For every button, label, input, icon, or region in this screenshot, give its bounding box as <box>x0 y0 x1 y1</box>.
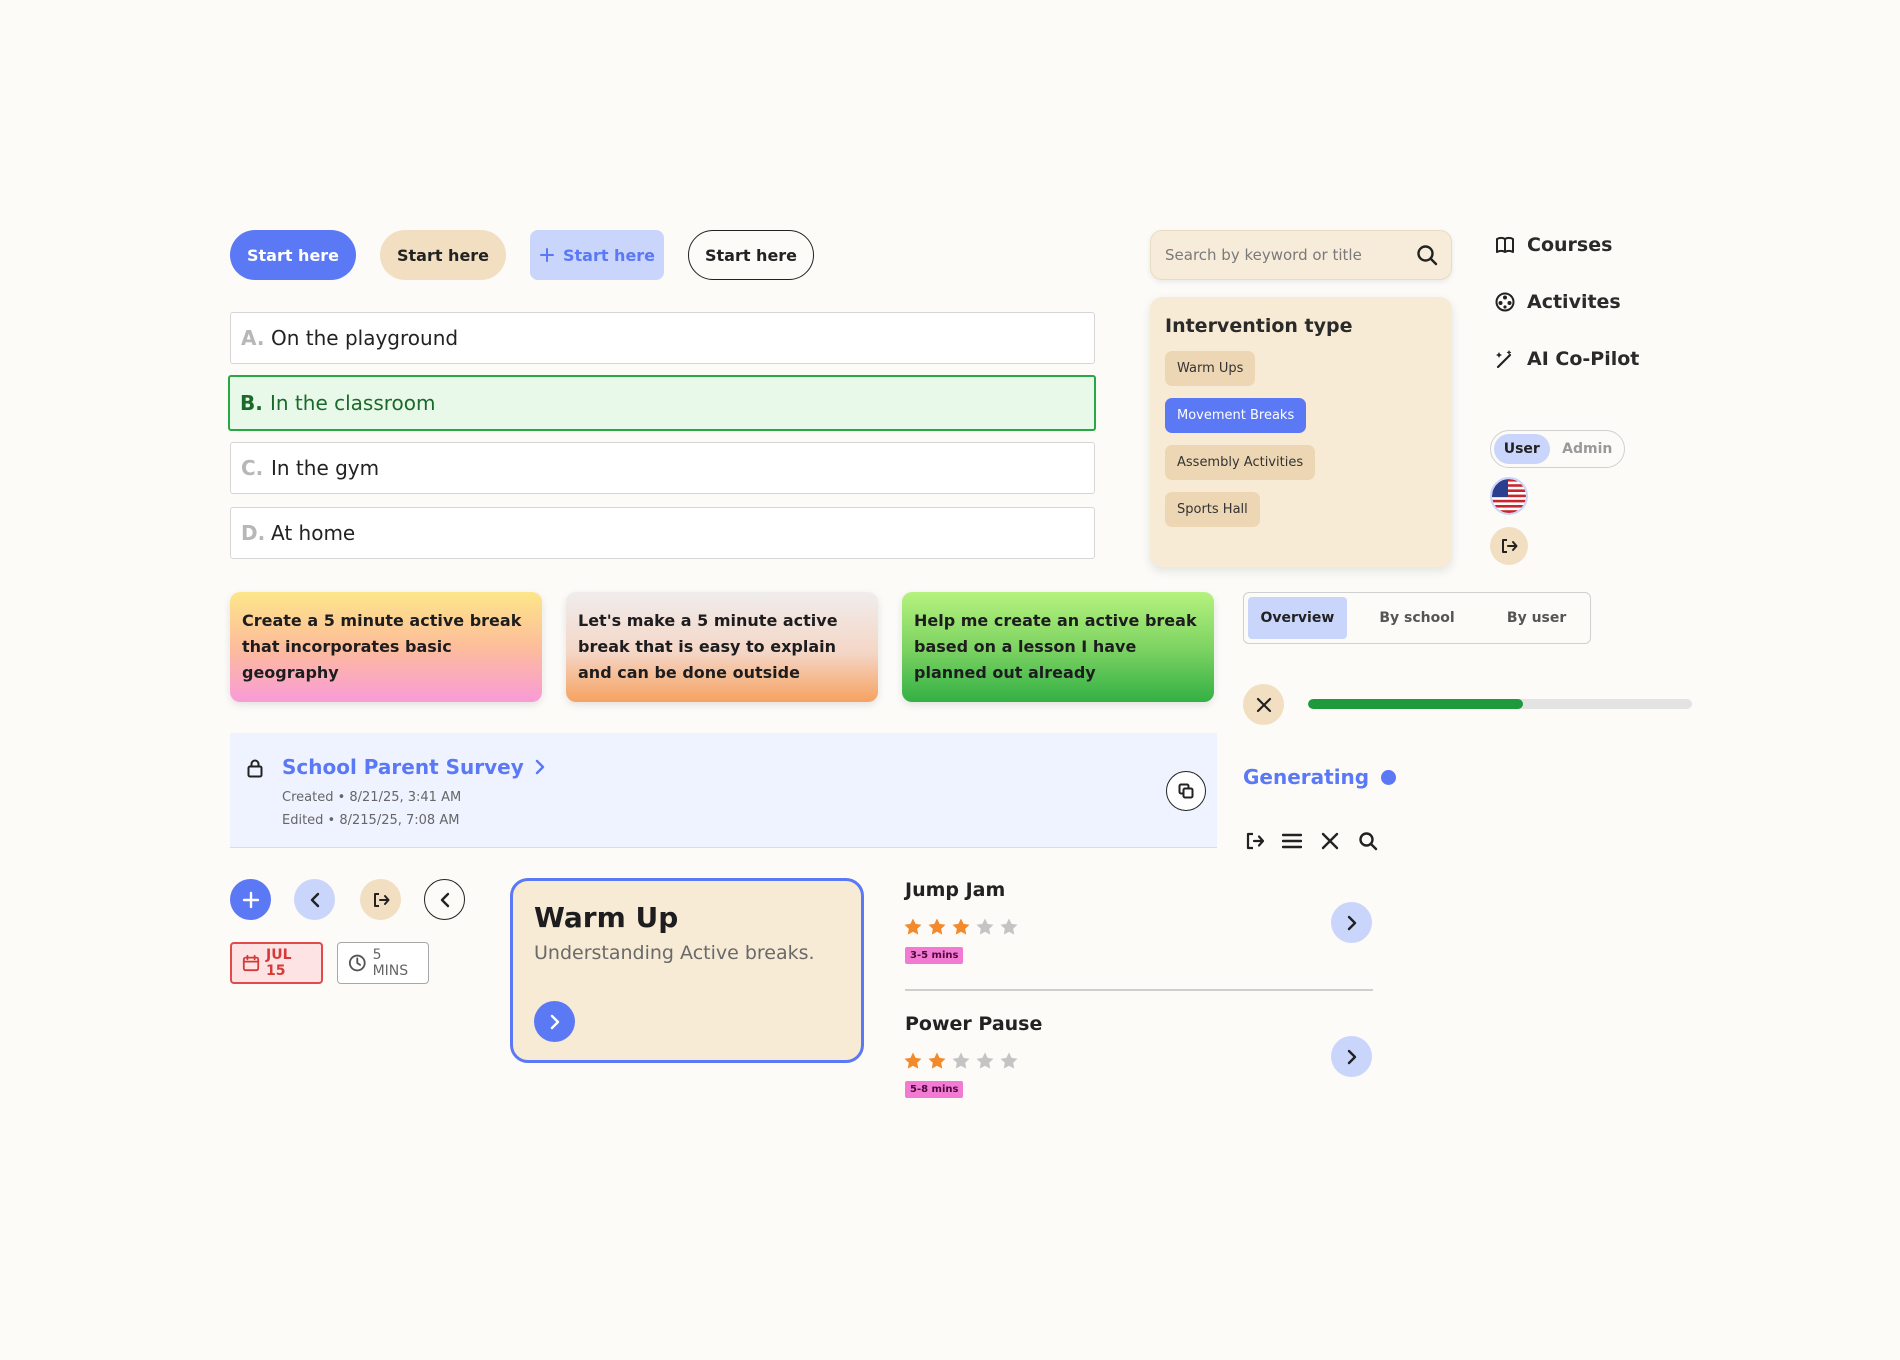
generating-status: Generating <box>1243 765 1397 789</box>
nav-item-courses[interactable]: Courses <box>1495 234 1612 256</box>
search-input[interactable] <box>1165 246 1415 264</box>
lock-icon <box>247 759 263 778</box>
progress-bar-fill <box>1308 699 1524 709</box>
nav-item-activities[interactable]: Activites <box>1495 291 1621 313</box>
star-filled-icon <box>928 1052 946 1069</box>
tab-overview[interactable]: Overview <box>1248 597 1347 639</box>
report-tabs: Overview By school By user <box>1243 592 1591 644</box>
start-here-primary-button[interactable]: Start here <box>230 230 356 280</box>
rating-stars <box>903 917 1019 937</box>
logout-icon <box>373 892 389 907</box>
star-filled-icon <box>952 918 970 935</box>
start-here-add-button[interactable]: Start here <box>530 230 664 280</box>
magic-wand-icon <box>1496 350 1512 369</box>
progress-bar <box>1308 699 1692 709</box>
chevron-left-icon <box>440 892 449 907</box>
quiz-option-c[interactable]: C. In the gym <box>230 442 1095 494</box>
copy-button[interactable] <box>1166 771 1206 811</box>
chevron-right-icon <box>550 1014 559 1029</box>
back-button[interactable] <box>294 879 335 920</box>
intervention-filter-panel: Intervention type Warm Ups Movement Brea… <box>1150 297 1452 567</box>
close-progress-button[interactable] <box>1243 684 1284 725</box>
duration-badge: 5 MINS <box>337 942 429 984</box>
duration-tag: 3-5 mins <box>905 947 964 964</box>
logout-button[interactable] <box>1490 527 1528 565</box>
star-empty-icon <box>1000 1052 1018 1069</box>
close-icon[interactable] <box>1320 831 1340 851</box>
chip-sports-hall[interactable]: Sports Hall <box>1165 492 1260 527</box>
date-badge: JUL 15 <box>230 942 323 984</box>
role-toggle: User Admin <box>1490 430 1625 468</box>
role-admin-option[interactable]: Admin <box>1554 434 1621 464</box>
survey-created: Created • 8/21/25, 3:41 AM <box>282 790 462 805</box>
back-outline-button[interactable] <box>424 879 465 920</box>
chip-movement-breaks[interactable]: Movement Breaks <box>1165 398 1307 433</box>
chevron-right-icon <box>535 759 544 775</box>
open-power-pause-button[interactable] <box>1331 1036 1372 1077</box>
warm-up-card[interactable]: Warm Up Understanding Active breaks. <box>510 878 864 1063</box>
survey-row[interactable]: School Parent Survey Created • 8/21/25, … <box>230 733 1217 848</box>
logout-icon[interactable] <box>1245 831 1265 851</box>
book-icon <box>1496 236 1514 253</box>
quiz-option-b[interactable]: B. In the classroom <box>228 375 1096 431</box>
prompt-card-geography[interactable]: Create a 5 minute active break that inco… <box>230 592 542 702</box>
copy-icon <box>1178 783 1194 799</box>
plus-icon <box>539 248 554 262</box>
logout-icon <box>1502 539 1518 553</box>
prompt-card-lesson[interactable]: Help me create an active break based on … <box>902 592 1214 702</box>
star-empty-icon <box>976 918 994 935</box>
clock-icon <box>348 954 366 972</box>
ball-icon <box>1495 292 1515 312</box>
start-here-outline-button[interactable]: Start here <box>688 230 814 280</box>
quiz-option-a[interactable]: A. On the playground <box>230 312 1095 364</box>
star-empty-icon <box>1000 918 1018 935</box>
start-here-secondary-button[interactable]: Start here <box>380 230 506 280</box>
star-filled-icon <box>904 1052 922 1069</box>
chevron-right-icon <box>1347 1049 1356 1064</box>
star-filled-icon <box>904 918 922 935</box>
menu-icon[interactable] <box>1282 831 1302 851</box>
star-empty-icon <box>952 1052 970 1069</box>
status-dot <box>1381 769 1397 785</box>
survey-edited: Edited • 8/215/25, 7:08 AM <box>282 813 460 828</box>
activity-title-jump-jam: Jump Jam <box>905 879 1006 901</box>
prompt-card-outside[interactable]: Let's make a 5 minute active break that … <box>566 592 878 702</box>
chevron-left-icon <box>310 892 319 907</box>
search-bar <box>1150 230 1452 280</box>
language-flag-button[interactable] <box>1490 477 1528 515</box>
search-icon[interactable] <box>1415 243 1439 267</box>
plus-icon <box>242 891 259 908</box>
open-jump-jam-button[interactable] <box>1331 902 1372 943</box>
calendar-icon <box>242 954 260 972</box>
survey-title-link[interactable]: School Parent Survey <box>282 755 546 779</box>
role-user-option[interactable]: User <box>1494 434 1550 464</box>
list-divider <box>905 989 1373 991</box>
close-icon <box>1256 697 1271 712</box>
nav-item-ai-copilot[interactable]: AI Co-Pilot <box>1495 348 1639 370</box>
warm-up-subtitle: Understanding Active breaks. <box>534 942 815 964</box>
star-empty-icon <box>976 1052 994 1069</box>
search-icon[interactable] <box>1358 831 1378 851</box>
filter-title: Intervention type <box>1165 315 1353 337</box>
chevron-right-icon <box>1347 915 1356 930</box>
duration-tag: 5-8 mins <box>905 1081 964 1098</box>
exit-button[interactable] <box>360 879 401 920</box>
chip-warm-ups[interactable]: Warm Ups <box>1165 351 1256 386</box>
chip-assembly-activities[interactable]: Assembly Activities <box>1165 445 1316 480</box>
tab-by-user[interactable]: By user <box>1487 597 1586 639</box>
activity-title-power-pause: Power Pause <box>905 1013 1043 1035</box>
us-flag-icon <box>1492 479 1526 513</box>
warm-up-title: Warm Up <box>534 901 679 934</box>
warm-up-open-button[interactable] <box>534 1001 575 1042</box>
tab-by-school[interactable]: By school <box>1353 597 1481 639</box>
quiz-option-d[interactable]: D. At home <box>230 507 1095 559</box>
add-button[interactable] <box>230 879 271 920</box>
rating-stars <box>903 1051 1019 1071</box>
star-filled-icon <box>928 918 946 935</box>
